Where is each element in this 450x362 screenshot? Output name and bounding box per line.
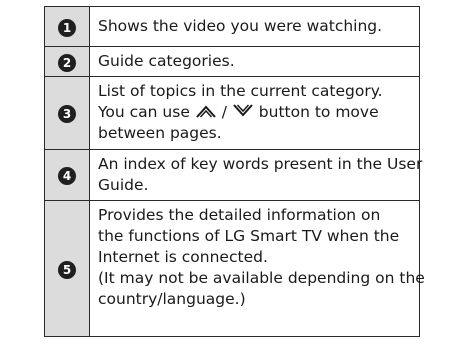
description-line: You can use / button to move [98,102,411,123]
description-line: Provides the detailed information on [98,206,381,224]
description-line: Guide. [98,176,149,194]
number-badge-4: 4 [58,167,76,185]
legend-description: Guide categories. [89,46,420,77]
number-badge-3: 3 [58,105,76,123]
number-badge-1: 1 [58,18,76,37]
legend-number-cell: 1 [44,6,90,47]
number-badge-5: 5 [58,260,76,279]
description-text: You can use [98,103,195,121]
legend-description: Shows the video you were watching. [89,6,420,47]
legend-row: 1 Shows the video you were watching. [44,6,420,47]
description-text: button to move [253,103,379,121]
chevron-up-icon [195,104,217,118]
legend-row: 2 Guide categories. [44,46,420,77]
number-badge-2: 2 [58,53,76,72]
legend-number-cell: 4 [44,149,90,201]
legend-row: 4 An index of key words present in the U… [44,149,423,201]
legend-row: 5 Provides the detailed information on t… [44,200,425,337]
description-line: List of topics in the current category. [98,82,383,100]
legend-number-cell: 5 [44,200,90,337]
description-line: Shows the video you were watching. [98,17,383,35]
legend-row: 3 List of topics in the current category… [44,76,420,150]
description-line: country/language.) [98,290,246,308]
description-line: Guide categories. [98,52,235,70]
legend-table: 1 Shows the video you were watching. 2 G… [44,6,425,337]
description-line: between pages. [98,124,222,142]
legend-number-cell: 2 [44,46,90,77]
chevron-down-icon [232,104,254,118]
legend-description: List of topics in the current category. … [89,76,420,150]
legend-description: An index of key words present in the Use… [89,149,423,201]
legend-description: Provides the detailed information on the… [89,200,425,337]
description-line: Internet is connected. [98,248,268,266]
description-line: (It may not be available depending on th… [98,269,425,287]
description-line: An index of key words present in the Use… [98,155,423,173]
description-text: / [216,103,232,121]
legend-number-cell: 3 [44,76,90,150]
description-line: the functions of LG Smart TV when the [98,227,400,245]
